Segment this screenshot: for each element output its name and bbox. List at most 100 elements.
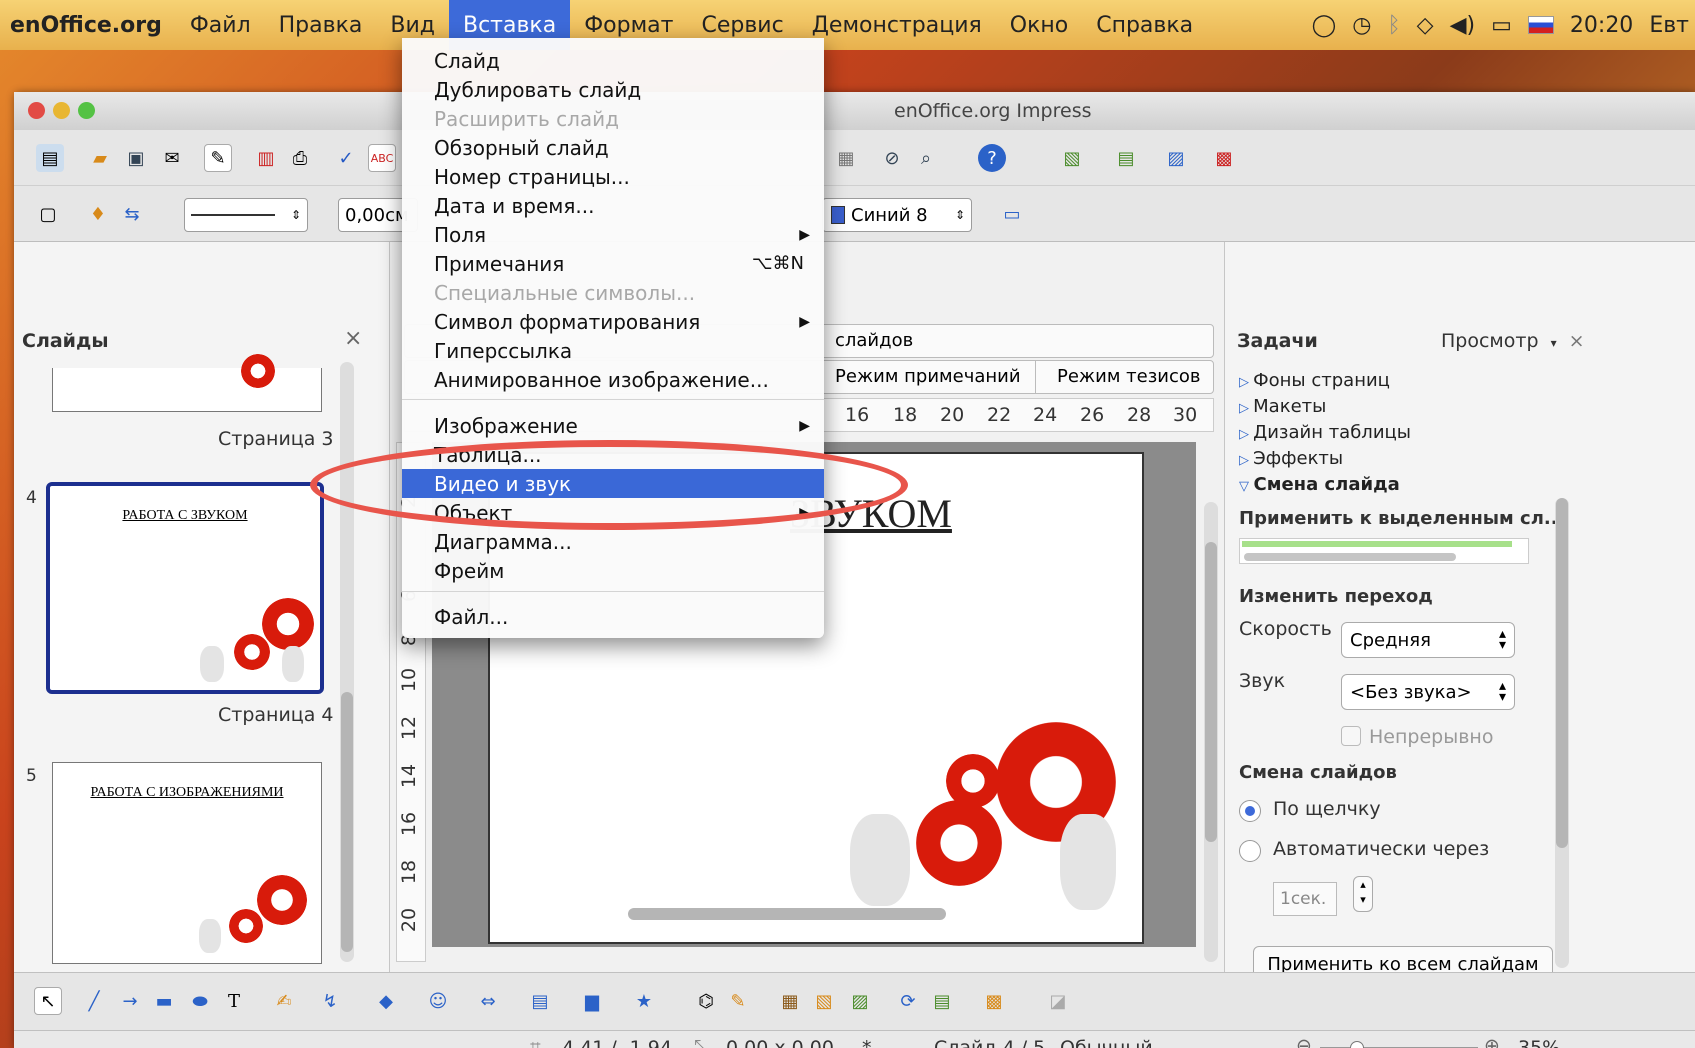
seconds-stepper[interactable]: ▴ ▾ bbox=[1353, 876, 1373, 912]
transition-list[interactable] bbox=[1239, 538, 1529, 564]
menu-item-page-number[interactable]: Номер страницы... bbox=[402, 162, 824, 191]
volume-icon[interactable]: ◀) bbox=[1450, 13, 1476, 38]
tasks-scrollbar[interactable] bbox=[1555, 498, 1569, 968]
scrollbar-thumb[interactable] bbox=[341, 692, 353, 952]
stars-icon[interactable]: ★ bbox=[630, 987, 658, 1015]
editor-scrollbar[interactable] bbox=[1204, 502, 1218, 962]
menu-item-hyperlink[interactable]: Гиперссылка bbox=[402, 336, 824, 365]
save-icon[interactable]: ▣ bbox=[122, 144, 150, 172]
menu-slideshow[interactable]: Демонстрация bbox=[798, 0, 996, 50]
clock[interactable]: 20:20 bbox=[1570, 13, 1633, 38]
arrow-tool-icon[interactable]: → bbox=[116, 987, 144, 1015]
minimize-window-button[interactable] bbox=[53, 102, 70, 119]
section-backgrounds[interactable]: ▷ Фоны страниц bbox=[1239, 370, 1390, 391]
slide-title[interactable]: ЗВУКОМ bbox=[790, 490, 1142, 537]
wifi-icon[interactable]: ◇ bbox=[1417, 13, 1434, 38]
email-icon[interactable]: ✉ bbox=[158, 144, 186, 172]
symbol-shapes-icon[interactable]: ☺ bbox=[424, 987, 452, 1015]
arrow-style-icon[interactable]: ⇆ bbox=[118, 200, 146, 228]
menu-item-object[interactable]: Объект ▶ bbox=[402, 498, 824, 527]
menu-item-summary-slide[interactable]: Обзорный слайд bbox=[402, 133, 824, 162]
print-icon[interactable]: ⎙ bbox=[286, 144, 314, 172]
menu-help[interactable]: Справка bbox=[1082, 0, 1207, 50]
battery-icon[interactable]: ▭ bbox=[1491, 13, 1512, 38]
sound-select[interactable]: <Без звука> ▴ ▾ bbox=[1341, 674, 1515, 710]
image-icon[interactable]: ▧ bbox=[1058, 144, 1086, 172]
section-table-design[interactable]: ▷ Дизайн таблицы bbox=[1239, 422, 1411, 443]
scrollbar-thumb[interactable] bbox=[1556, 498, 1568, 848]
callouts-icon[interactable]: ▆ bbox=[578, 987, 606, 1015]
navigator-icon[interactable]: ⊘ bbox=[878, 144, 906, 172]
user-name[interactable]: Евт bbox=[1649, 13, 1689, 38]
menu-item-formatting-mark[interactable]: Символ форматирования ▶ bbox=[402, 307, 824, 336]
on-click-radio[interactable] bbox=[1239, 800, 1261, 822]
rotate-icon[interactable]: ⟳ bbox=[894, 987, 922, 1015]
horizontal-scrollbar[interactable] bbox=[628, 908, 946, 920]
tab-notes[interactable]: Режим примечаний bbox=[835, 366, 1021, 387]
connector-icon[interactable]: ↯ bbox=[316, 987, 344, 1015]
styles-icon[interactable]: ▢ bbox=[34, 200, 62, 228]
close-window-button[interactable] bbox=[28, 102, 45, 119]
alignment-icon[interactable]: ▤ bbox=[928, 987, 956, 1015]
menu-app[interactable]: enOffice.org bbox=[0, 0, 176, 50]
menu-item-animated-image[interactable]: Анимированное изображение... bbox=[402, 365, 824, 394]
menu-item-table[interactable]: Таблица... bbox=[402, 440, 824, 469]
menu-item-file[interactable]: Файл... bbox=[402, 602, 824, 631]
menu-item-slide[interactable]: Слайд bbox=[402, 46, 824, 75]
bluetooth-icon[interactable]: ᛒ bbox=[1387, 13, 1400, 38]
spellcheck-icon[interactable]: ✓ bbox=[332, 144, 360, 172]
from-file-icon[interactable]: ▧ bbox=[810, 987, 838, 1015]
autospell-icon[interactable]: ABC bbox=[368, 144, 396, 172]
zoom-icon[interactable]: ⌕ bbox=[912, 144, 940, 172]
flag-ru-icon[interactable] bbox=[1527, 16, 1554, 34]
menu-file[interactable]: Файл bbox=[176, 0, 265, 50]
loop-checkbox[interactable] bbox=[1341, 726, 1361, 746]
shadow-icon[interactable]: ▭ bbox=[998, 200, 1026, 228]
ellipse-icon[interactable]: ⬬ bbox=[186, 987, 214, 1015]
rectangle-icon[interactable]: ▬ bbox=[150, 987, 178, 1015]
close-icon[interactable]: × bbox=[1569, 330, 1585, 352]
menu-item-chart[interactable]: Диаграмма... bbox=[402, 527, 824, 556]
basic-shapes-icon[interactable]: ◆ bbox=[372, 987, 400, 1015]
zoom-level[interactable]: 35% bbox=[1518, 1037, 1560, 1048]
grid-icon[interactable]: ▦ bbox=[832, 144, 860, 172]
auto-advance-radio[interactable] bbox=[1239, 840, 1261, 862]
presentation-icon[interactable]: ▩ bbox=[1210, 144, 1238, 172]
time-machine-icon[interactable]: ◷ bbox=[1352, 13, 1371, 38]
modified-indicator[interactable]: * bbox=[862, 1037, 872, 1048]
section-effects[interactable]: ▷ Эффекты bbox=[1239, 448, 1343, 469]
zoom-in-icon[interactable]: ⊕ bbox=[1484, 1035, 1500, 1048]
gallery-icon[interactable]: ▨ bbox=[846, 987, 874, 1015]
slide-thumb-4[interactable]: РАБОТА С ЗВУКОМ bbox=[46, 482, 324, 694]
menu-item-fields[interactable]: Поля ▶ bbox=[402, 220, 824, 249]
glue-icon[interactable]: ✎ bbox=[724, 987, 752, 1015]
tab-slides[interactable]: слайдов bbox=[835, 330, 913, 351]
slide-thumb-5[interactable]: РАБОТА С ИЗОБРАЖЕНИЯМИ bbox=[52, 762, 322, 964]
scrollbar-thumb[interactable] bbox=[1205, 542, 1217, 842]
menu-item-frame[interactable]: Фрейм bbox=[402, 556, 824, 585]
menu-item-comment[interactable]: Примечания ⌥⌘N bbox=[402, 249, 824, 278]
pdf-icon[interactable]: ▥ bbox=[252, 144, 280, 172]
menu-item-image[interactable]: Изображение ▶ bbox=[402, 411, 824, 440]
table-icon[interactable]: ▤ bbox=[1112, 144, 1140, 172]
menu-item-date-time[interactable]: Дата и время... bbox=[402, 191, 824, 220]
points-icon[interactable]: ⌬ bbox=[692, 987, 720, 1015]
section-layouts[interactable]: ▷ Макеты bbox=[1239, 396, 1326, 417]
speed-select[interactable]: Средняя ▴ ▾ bbox=[1341, 622, 1515, 658]
close-icon[interactable]: × bbox=[344, 326, 362, 351]
zoom-slider-thumb[interactable] bbox=[1350, 1041, 1364, 1048]
menu-item-duplicate-slide[interactable]: Дублировать слайд bbox=[402, 75, 824, 104]
extrusion-icon[interactable]: ◪ bbox=[1044, 987, 1072, 1015]
text-icon[interactable]: T bbox=[220, 987, 248, 1015]
line-icon[interactable]: ♦ bbox=[84, 200, 112, 228]
chat-icon[interactable]: ◯ bbox=[1312, 13, 1337, 38]
zoom-out-icon[interactable]: ⊖ bbox=[1296, 1035, 1312, 1048]
section-slide-transition[interactable]: ▽ Смена слайда bbox=[1239, 474, 1400, 495]
slides-scrollbar[interactable] bbox=[340, 362, 354, 962]
fill-color-select[interactable]: Синий 8 ⇕ bbox=[822, 198, 972, 232]
menu-window[interactable]: Окно bbox=[996, 0, 1082, 50]
chart-icon[interactable]: ▨ bbox=[1162, 144, 1190, 172]
help-icon[interactable]: ? bbox=[978, 144, 1006, 172]
slide-thumb-3[interactable] bbox=[52, 351, 322, 412]
menu-item-video-sound[interactable]: Видео и звук bbox=[402, 469, 824, 498]
